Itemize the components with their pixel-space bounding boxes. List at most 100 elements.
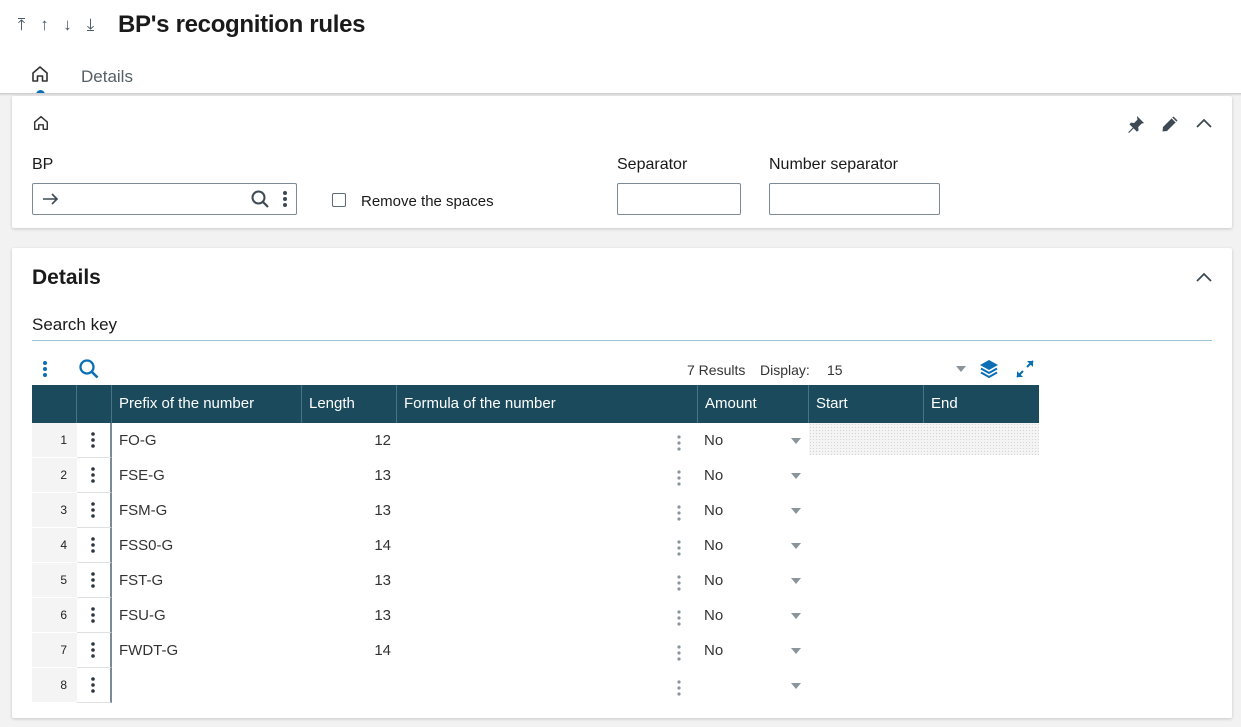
row-menu-button[interactable] <box>77 423 112 458</box>
row-menu-icon <box>91 502 95 518</box>
separator-input[interactable] <box>617 183 741 215</box>
bp-label: BP <box>32 156 54 173</box>
cell-amount-select[interactable]: No <box>704 528 804 563</box>
cell-amount-select[interactable] <box>704 668 804 703</box>
header-rownum <box>32 385 77 423</box>
cell-length[interactable]: 13 <box>302 563 391 598</box>
cell-amount-select[interactable]: No <box>704 493 804 528</box>
cell-prefix[interactable]: FO-G <box>119 423 299 458</box>
cell-amount-select[interactable]: No <box>704 458 804 493</box>
dropdown-caret-icon <box>791 613 801 619</box>
collapse-icon[interactable] <box>1194 114 1214 134</box>
cell-prefix[interactable]: FSS0-G <box>119 528 299 563</box>
row-menu-icon <box>91 642 95 658</box>
table-row[interactable]: 6 FSU-G 13 No <box>32 598 1039 633</box>
tab-details[interactable]: Details <box>81 67 133 87</box>
cell-amount-select[interactable]: No <box>704 633 804 668</box>
cell-amount-select[interactable]: No <box>704 598 804 633</box>
bp-input[interactable] <box>32 183 297 215</box>
cell-length[interactable]: 14 <box>302 633 391 668</box>
tab-bar: Details <box>0 60 1241 99</box>
table-row[interactable]: 8 <box>32 668 1039 703</box>
cell-length[interactable]: 13 <box>302 493 391 528</box>
cell-amount-value: No <box>704 572 724 589</box>
table-row[interactable]: 1 FO-G 12 No <box>32 423 1039 458</box>
cell-prefix[interactable]: FSU-G <box>119 598 299 633</box>
row-menu-button[interactable] <box>77 458 112 493</box>
expand-icon[interactable] <box>1014 358 1036 380</box>
pin-icon[interactable] <box>1126 114 1146 134</box>
formula-options-icon[interactable] <box>676 570 686 591</box>
row-menu-button[interactable] <box>77 668 112 703</box>
cell-amount-select[interactable]: No <box>704 563 804 598</box>
formula-options-icon[interactable] <box>676 500 686 521</box>
row-menu-icon <box>91 572 95 588</box>
section-divider <box>32 340 1212 341</box>
column-header-formula[interactable]: Formula of the number <box>397 385 698 423</box>
remove-spaces-checkbox[interactable] <box>332 193 346 207</box>
arrow-right-icon[interactable] <box>41 190 61 208</box>
row-menu-button[interactable] <box>77 598 112 633</box>
edit-icon[interactable] <box>1160 114 1180 134</box>
cell-length[interactable] <box>302 668 391 703</box>
table-row[interactable]: 2 FSE-G 13 No <box>32 458 1039 493</box>
layers-icon[interactable] <box>978 358 1000 380</box>
table-row[interactable]: 3 FSM-G 13 No <box>32 493 1039 528</box>
dropdown-caret-icon <box>791 683 801 689</box>
cell-prefix[interactable]: FSE-G <box>119 458 299 493</box>
cell-length[interactable]: 12 <box>302 423 391 458</box>
first-record-icon[interactable]: ⤒ <box>14 13 29 37</box>
column-header-end[interactable]: End <box>924 385 1039 423</box>
collapse-icon[interactable] <box>1194 268 1214 288</box>
column-header-length[interactable]: Length <box>302 385 397 423</box>
formula-options-icon[interactable] <box>676 430 686 451</box>
column-header-amount[interactable]: Amount <box>698 385 809 423</box>
display-count-select[interactable]: 15 <box>822 360 968 380</box>
cell-length[interactable]: 14 <box>302 528 391 563</box>
table-row[interactable]: 5 FST-G 13 No <box>32 563 1039 598</box>
home-icon[interactable] <box>32 114 50 132</box>
cell-length[interactable]: 13 <box>302 598 391 633</box>
formula-options-icon[interactable] <box>676 675 686 696</box>
row-menu-icon <box>91 432 95 448</box>
cell-amount-select[interactable]: No <box>704 423 804 458</box>
cell-prefix[interactable]: FSM-G <box>119 493 299 528</box>
dropdown-caret-icon <box>791 648 801 654</box>
dropdown-caret-icon <box>791 543 801 549</box>
home-icon <box>32 66 48 82</box>
row-menu-button[interactable] <box>77 493 112 528</box>
tab-home[interactable] <box>30 64 50 84</box>
more-options-icon[interactable] <box>280 189 290 209</box>
remove-spaces-label: Remove the spaces <box>361 193 494 210</box>
formula-options-icon[interactable] <box>676 640 686 661</box>
formula-options-icon[interactable] <box>676 605 686 626</box>
grid-options-icon[interactable] <box>40 358 50 380</box>
table-row[interactable]: 4 FSS0-G 14 No <box>32 528 1039 563</box>
table-row[interactable]: 7 FWDT-G 14 No <box>32 633 1039 668</box>
disabled-cells <box>809 423 1039 455</box>
next-record-icon[interactable]: ↓ <box>60 13 75 37</box>
row-number: 2 <box>32 458 77 493</box>
grid-search-icon[interactable] <box>78 358 100 380</box>
previous-record-icon[interactable]: ↑ <box>37 13 52 37</box>
main-panel: BP Remove the spaces Separator Number se… <box>12 96 1232 228</box>
search-icon[interactable] <box>250 189 270 209</box>
formula-options-icon[interactable] <box>676 465 686 486</box>
row-menu-icon <box>91 537 95 553</box>
last-record-icon[interactable]: ⤓ <box>83 13 98 37</box>
row-menu-button[interactable] <box>77 633 112 668</box>
column-header-prefix[interactable]: Prefix of the number <box>112 385 302 423</box>
column-header-start[interactable]: Start <box>809 385 924 423</box>
number-separator-input[interactable] <box>769 183 940 215</box>
cell-prefix[interactable]: FWDT-G <box>119 633 299 668</box>
row-menu-button[interactable] <box>77 528 112 563</box>
dropdown-caret-icon <box>791 508 801 514</box>
cell-amount-value: No <box>704 432 724 449</box>
row-number: 5 <box>32 563 77 598</box>
formula-options-icon[interactable] <box>676 535 686 556</box>
row-menu-button[interactable] <box>77 563 112 598</box>
cell-prefix[interactable]: FST-G <box>119 563 299 598</box>
cell-prefix[interactable] <box>119 668 299 703</box>
details-title: Details <box>32 266 101 289</box>
cell-length[interactable]: 13 <box>302 458 391 493</box>
